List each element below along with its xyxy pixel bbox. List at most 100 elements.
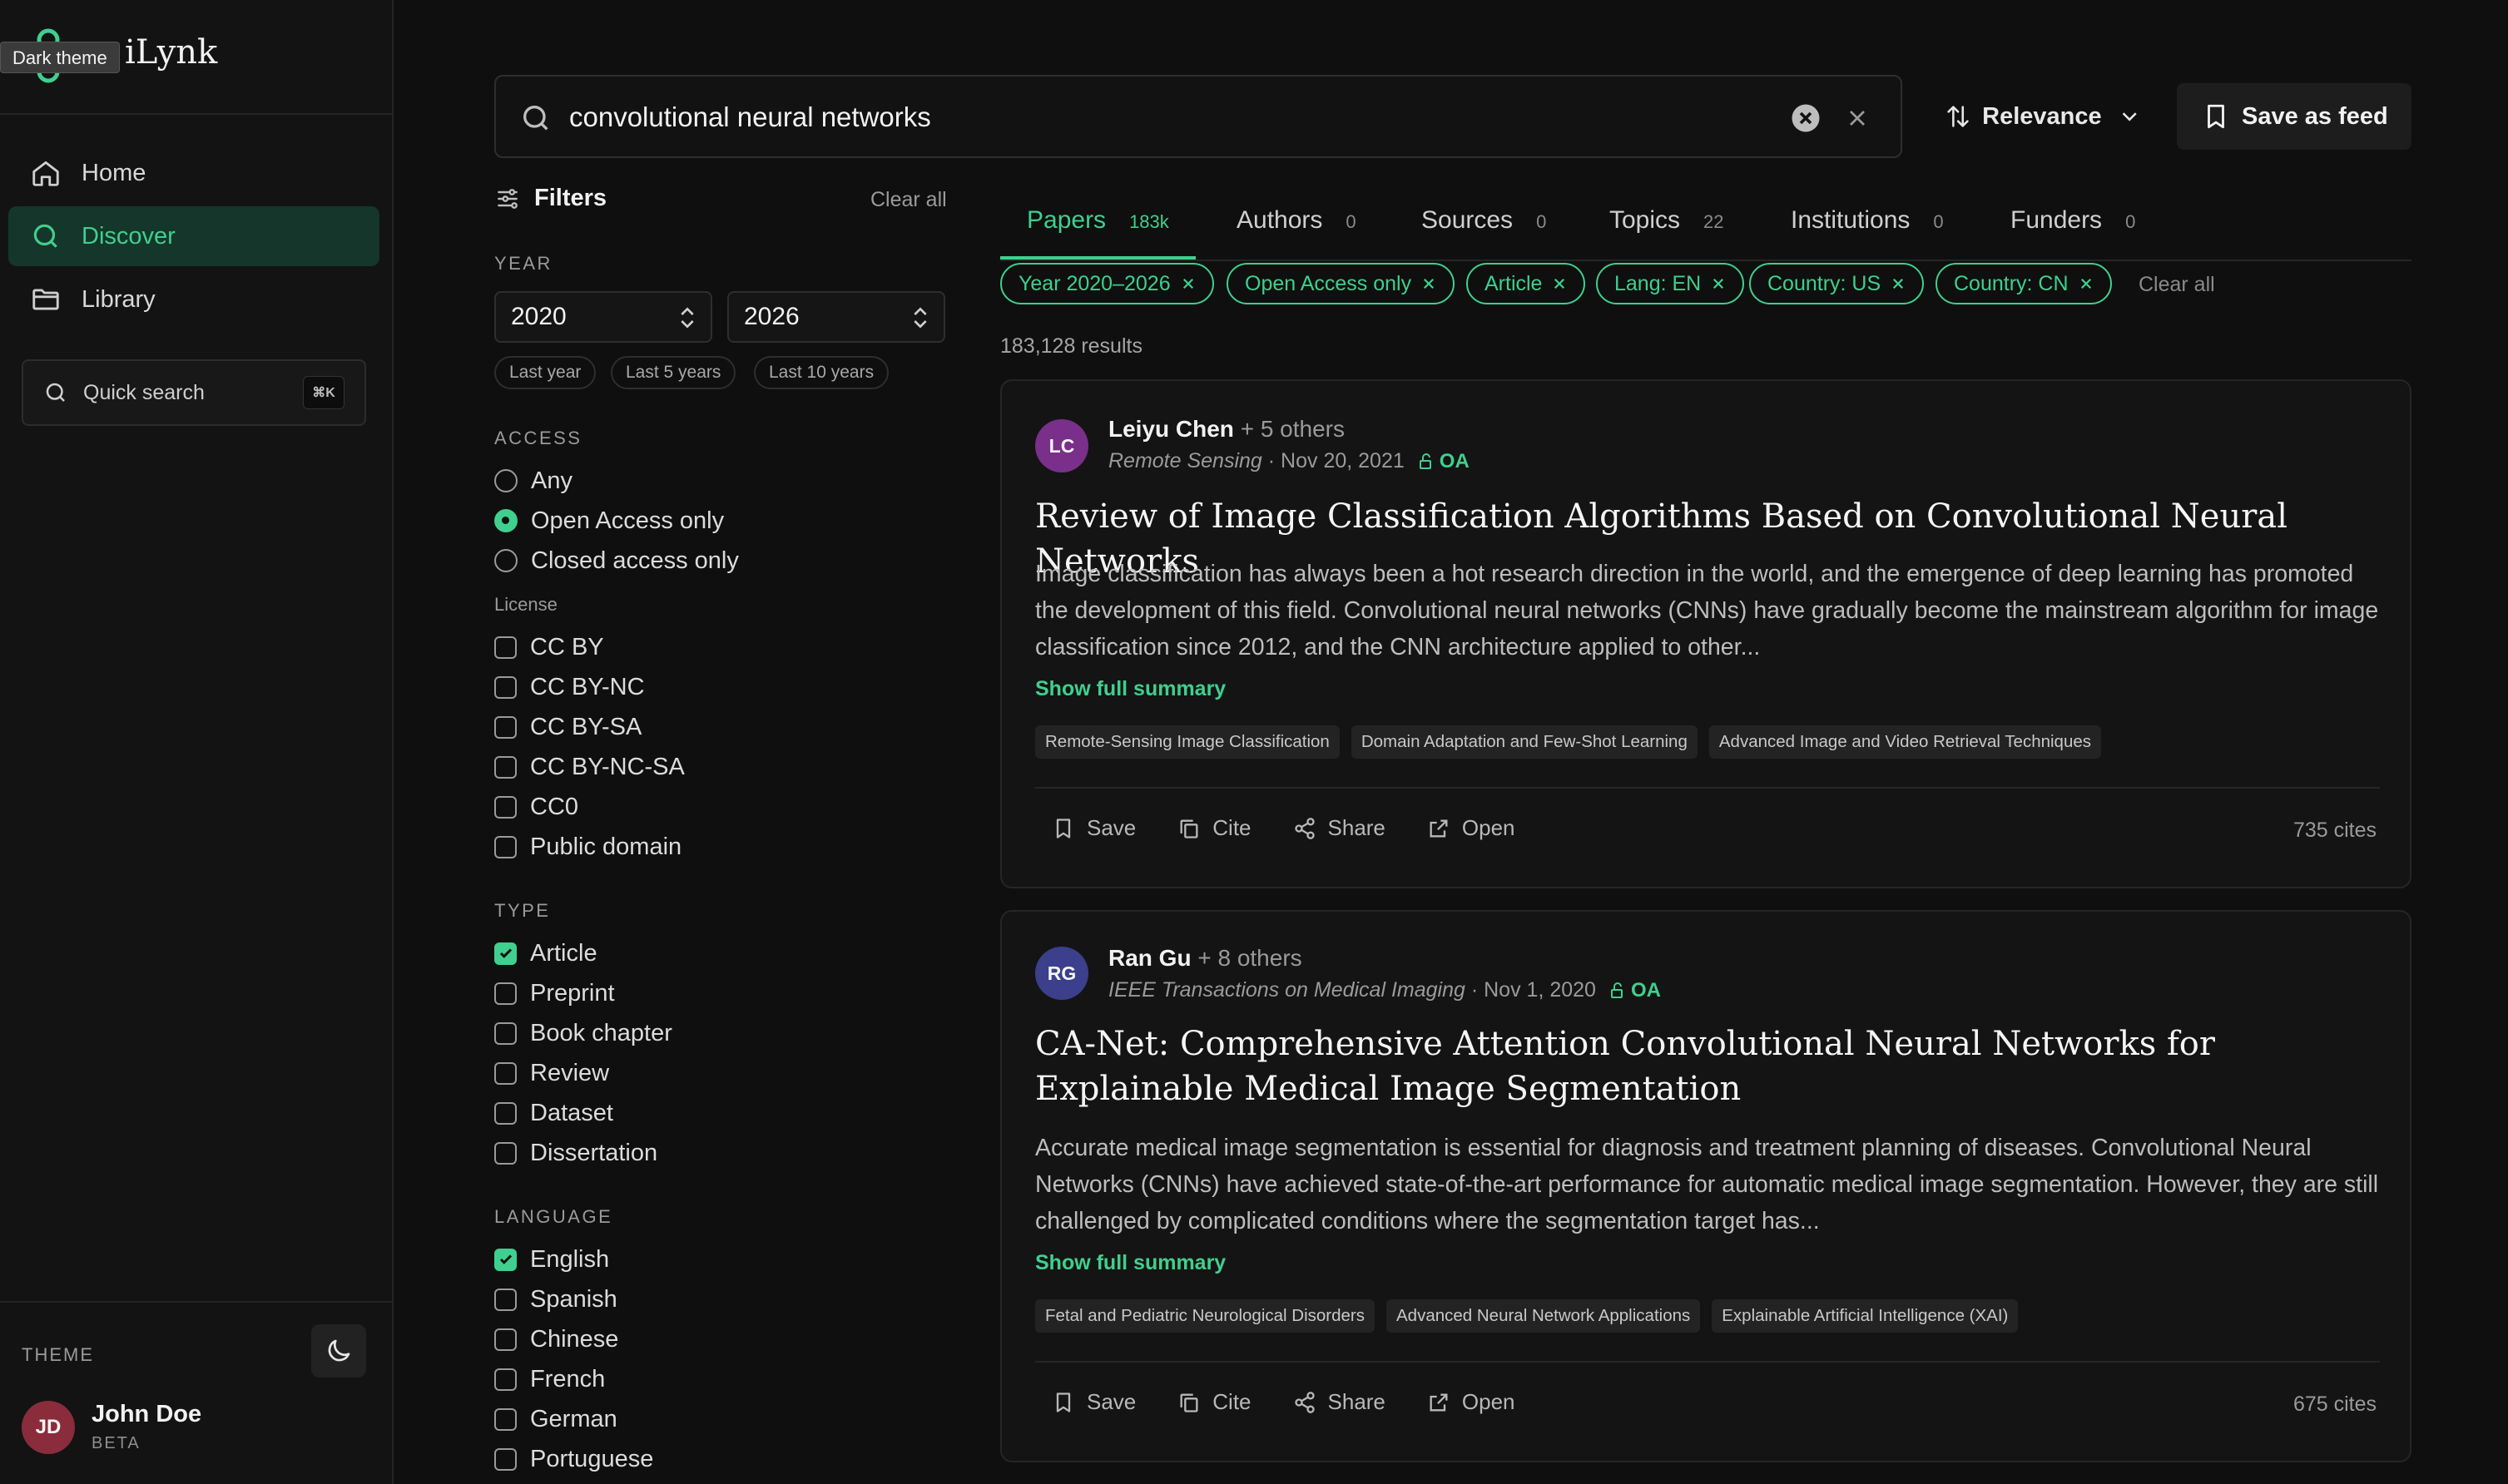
checkbox[interactable] bbox=[494, 1407, 517, 1431]
type-option[interactable]: Article bbox=[494, 937, 597, 970]
venue[interactable]: IEEE Transactions on Medical Imaging bbox=[1108, 978, 1465, 1002]
checkbox[interactable] bbox=[494, 1328, 517, 1351]
license-option[interactable]: Public domain bbox=[494, 830, 682, 863]
close-icon[interactable] bbox=[1552, 276, 1567, 291]
checkbox[interactable] bbox=[494, 636, 517, 659]
checkbox[interactable] bbox=[494, 1248, 517, 1271]
type-option[interactable]: Dissertation bbox=[494, 1136, 657, 1170]
checkbox[interactable] bbox=[494, 1101, 517, 1125]
license-option[interactable]: CC BY-NC bbox=[494, 670, 645, 704]
topic-tag[interactable]: Explainable Artificial Intelligence (XAI… bbox=[1712, 1299, 2019, 1333]
type-option[interactable]: Preprint bbox=[494, 977, 615, 1010]
open-button[interactable]: Open bbox=[1427, 1389, 1515, 1415]
cite-button[interactable]: Cite bbox=[1177, 1389, 1252, 1415]
checkbox[interactable] bbox=[494, 835, 517, 858]
radio-button[interactable] bbox=[494, 549, 518, 572]
user-name[interactable]: John Doe bbox=[92, 1401, 201, 1428]
year-quick-last-5-years[interactable]: Last 5 years bbox=[611, 356, 736, 389]
result-card[interactable]: RG Ran Gu + 8 others IEEE Transactions o… bbox=[1000, 910, 2411, 1462]
nav-library[interactable]: Library bbox=[8, 270, 379, 329]
close-icon[interactable] bbox=[1421, 276, 1436, 291]
checkbox[interactable] bbox=[494, 1368, 517, 1391]
type-option[interactable]: Book chapter bbox=[494, 1017, 672, 1050]
share-button[interactable]: Share bbox=[1293, 815, 1385, 841]
share-button[interactable]: Share bbox=[1293, 1389, 1385, 1415]
license-option[interactable]: CC BY-NC-SA bbox=[494, 750, 685, 784]
chips-clear-all[interactable]: Clear all bbox=[2139, 273, 2215, 297]
paper-title[interactable]: CA-Net: Comprehensive Attention Convolut… bbox=[1035, 1021, 2383, 1111]
license-option[interactable]: CC BY-SA bbox=[494, 710, 642, 744]
language-option[interactable]: German bbox=[494, 1402, 617, 1436]
checkbox[interactable] bbox=[494, 1447, 517, 1471]
checkbox[interactable] bbox=[494, 1288, 517, 1311]
close-icon[interactable] bbox=[1181, 276, 1196, 291]
access-option[interactable]: Any bbox=[494, 464, 572, 497]
active-filter-chip[interactable]: Year 2020–2026 bbox=[1000, 263, 1214, 304]
quick-search-button[interactable]: Quick search ⌘K bbox=[22, 359, 366, 426]
checkbox[interactable] bbox=[494, 755, 517, 779]
tab-papers[interactable]: Papers 183k bbox=[1000, 190, 1196, 260]
topic-tag[interactable]: Advanced Neural Network Applications bbox=[1386, 1299, 1701, 1333]
checkbox[interactable] bbox=[494, 675, 517, 699]
checkbox[interactable] bbox=[494, 715, 517, 739]
license-option[interactable]: CC BY bbox=[494, 631, 604, 664]
show-full-summary-link[interactable]: Show full summary bbox=[1035, 677, 1226, 701]
language-option[interactable]: English bbox=[494, 1243, 609, 1276]
active-filter-chip[interactable]: Country: CN bbox=[1936, 263, 2112, 304]
checkbox[interactable] bbox=[494, 795, 517, 819]
author-name[interactable]: Leiyu Chen + 5 others bbox=[1108, 416, 1345, 443]
active-filter-chip[interactable]: Country: US bbox=[1749, 263, 1925, 304]
radio-button[interactable] bbox=[494, 469, 518, 492]
active-filter-chip[interactable]: Open Access only bbox=[1227, 263, 1455, 304]
tab-authors[interactable]: Authors 0 bbox=[1237, 190, 1356, 260]
search-input[interactable]: convolutional neural networks bbox=[569, 101, 931, 133]
language-option[interactable]: Chinese bbox=[494, 1323, 618, 1356]
filters-clear-all[interactable]: Clear all bbox=[870, 188, 947, 212]
access-option[interactable]: Closed access only bbox=[494, 544, 739, 577]
license-option[interactable]: CC0 bbox=[494, 790, 578, 824]
close-icon[interactable] bbox=[1844, 105, 1871, 131]
close-icon[interactable] bbox=[1711, 276, 1726, 291]
topic-tag[interactable]: Advanced Image and Video Retrieval Techn… bbox=[1708, 725, 2102, 759]
active-filter-chip[interactable]: Article bbox=[1466, 263, 1586, 304]
topic-tag[interactable]: Fetal and Pediatric Neurological Disorde… bbox=[1035, 1299, 1375, 1333]
show-full-summary-link[interactable]: Show full summary bbox=[1035, 1251, 1226, 1275]
language-option[interactable]: Spanish bbox=[494, 1283, 617, 1316]
tab-topics[interactable]: Topics 22 bbox=[1609, 190, 1724, 260]
user-avatar[interactable]: JD bbox=[22, 1401, 75, 1454]
checkbox[interactable] bbox=[494, 942, 517, 965]
checkbox[interactable] bbox=[494, 1021, 517, 1045]
venue[interactable]: Remote Sensing bbox=[1108, 449, 1262, 473]
sort-dropdown[interactable]: Relevance bbox=[1926, 83, 2142, 150]
active-filter-chip[interactable]: Lang: EN bbox=[1596, 263, 1745, 304]
checkbox[interactable] bbox=[494, 1061, 517, 1085]
clear-input-icon[interactable] bbox=[1791, 103, 1821, 133]
year-quick-last-year[interactable]: Last year bbox=[494, 356, 597, 389]
cite-button[interactable]: Cite bbox=[1177, 815, 1252, 841]
nav-discover[interactable]: Discover bbox=[8, 206, 379, 266]
tab-funders[interactable]: Funders 0 bbox=[2010, 190, 2135, 260]
theme-toggle-button[interactable] bbox=[311, 1324, 366, 1378]
nav-home[interactable]: Home bbox=[8, 143, 379, 203]
tab-sources[interactable]: Sources 0 bbox=[1421, 190, 1546, 260]
radio-button[interactable] bbox=[494, 509, 518, 532]
access-option[interactable]: Open Access only bbox=[494, 504, 724, 537]
search-bar[interactable]: convolutional neural networks bbox=[494, 75, 1902, 158]
close-icon[interactable] bbox=[2079, 276, 2094, 291]
save-as-feed-button[interactable]: Save as feed bbox=[2177, 83, 2411, 150]
topic-tag[interactable]: Domain Adaptation and Few-Shot Learning bbox=[1351, 725, 1698, 759]
save-button[interactable]: Save bbox=[1052, 1389, 1136, 1415]
type-option[interactable]: Review bbox=[494, 1056, 609, 1090]
author-name[interactable]: Ran Gu + 8 others bbox=[1108, 945, 1302, 972]
close-icon[interactable] bbox=[1891, 276, 1906, 291]
language-option[interactable]: Portuguese bbox=[494, 1442, 653, 1476]
language-option[interactable]: French bbox=[494, 1363, 605, 1396]
checkbox[interactable] bbox=[494, 1141, 517, 1165]
topic-tag[interactable]: Remote-Sensing Image Classification bbox=[1035, 725, 1340, 759]
year-to-select[interactable]: 2026 bbox=[727, 291, 945, 343]
year-from-select[interactable]: 2020 bbox=[494, 291, 712, 343]
result-card[interactable]: LC Leiyu Chen + 5 others Remote Sensing … bbox=[1000, 379, 2411, 888]
checkbox[interactable] bbox=[494, 982, 517, 1005]
tab-institutions[interactable]: Institutions 0 bbox=[1791, 190, 1944, 260]
year-quick-last-10-years[interactable]: Last 10 years bbox=[754, 356, 890, 389]
